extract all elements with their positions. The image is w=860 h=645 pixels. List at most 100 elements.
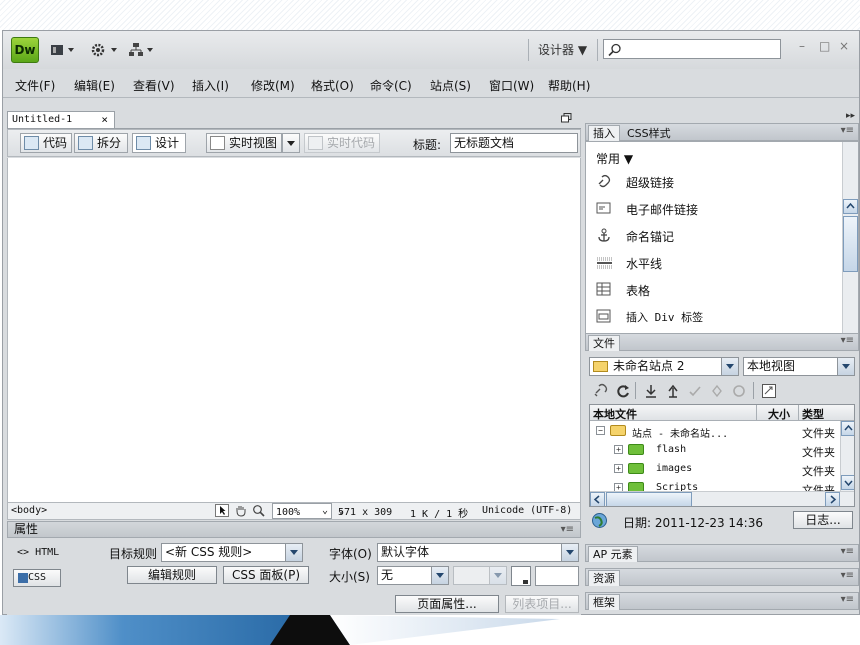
check-out-icon[interactable] (687, 383, 703, 399)
column-type[interactable]: 类型 (802, 406, 824, 422)
size-select[interactable]: 无 (377, 566, 449, 585)
panel-menu-icon[interactable]: ▾≡ (841, 570, 854, 581)
size-unit-select[interactable] (453, 566, 507, 585)
page-properties-button[interactable]: 页面属性... (395, 595, 499, 613)
site-icon[interactable] (129, 43, 159, 59)
layout-icon[interactable] (51, 43, 77, 59)
design-canvas[interactable] (7, 158, 581, 502)
font-select[interactable]: 默认字体 (377, 543, 579, 562)
ap-elements-panel-header[interactable]: AP 元素 ▾≡ (585, 544, 859, 562)
color-picker[interactable] (511, 566, 531, 586)
html-mode-button[interactable]: <> HTML (17, 547, 59, 558)
column-local-files[interactable]: 本地文件 (593, 406, 637, 422)
menu-insert[interactable]: 插入(I) (192, 77, 229, 94)
assets-panel-header[interactable]: 资源 ▾≡ (585, 568, 859, 586)
panel-menu-icon[interactable]: ▾≡ (561, 522, 574, 537)
tab-untitled-1[interactable]: Untitled-1 × (7, 111, 115, 129)
tab-insert[interactable]: 插入 (588, 125, 620, 141)
expand-icon[interactable] (761, 383, 777, 399)
insert-category-select[interactable]: 常用 ▼ (596, 150, 633, 167)
edit-rule-button[interactable]: 编辑规则 (127, 566, 217, 584)
collapse-icon[interactable]: ▸▸ (846, 111, 855, 121)
panel-menu-icon[interactable]: ▾≡ (841, 546, 854, 557)
log-button[interactable]: 日志... (793, 511, 853, 529)
menu-help[interactable]: 帮助(H) (548, 77, 590, 94)
menu-file[interactable]: 文件(F) (15, 77, 55, 94)
files-vscroll[interactable] (840, 421, 854, 491)
menu-edit[interactable]: 编辑(E) (74, 77, 115, 94)
minimize-button[interactable]: – (799, 39, 805, 53)
site-select[interactable]: 未命名站点 2 (589, 357, 739, 376)
scroll-thumb[interactable] (843, 216, 858, 272)
search-icon (608, 43, 621, 57)
menu-commands[interactable]: 命令(C) (370, 77, 412, 94)
view-select[interactable]: 本地视图 (743, 357, 855, 376)
zoom-select[interactable]: 100% ⌄ (272, 503, 332, 519)
pointer-icon[interactable] (215, 504, 229, 520)
tab-frames[interactable]: 框架 (588, 594, 620, 610)
scroll-left-button[interactable] (590, 492, 605, 506)
refresh-icon[interactable] (615, 383, 631, 399)
code-view-button[interactable]: 代码 (20, 133, 72, 153)
tab-files[interactable]: 文件 (588, 335, 620, 351)
expand-toggle-icon[interactable]: + (614, 445, 623, 454)
window-size[interactable]: 571 x 309 ⌄ (338, 505, 392, 518)
check-in-icon[interactable] (709, 383, 725, 399)
gear-icon[interactable] (91, 43, 123, 59)
file-row[interactable]: + images 文件夹 (590, 460, 840, 478)
list-item-button[interactable]: 列表项目... (505, 595, 579, 613)
menu-site[interactable]: 站点(S) (430, 77, 471, 94)
collapse-toggle-icon[interactable]: − (596, 426, 605, 435)
menu-view[interactable]: 查看(V) (133, 77, 175, 94)
put-files-icon[interactable] (665, 383, 681, 399)
hand-icon[interactable] (234, 504, 248, 520)
file-row[interactable]: − 站点 - 未命名站... 文件夹 (590, 422, 840, 440)
column-size[interactable]: 大小 (768, 406, 790, 422)
dw-logo: Dw (11, 37, 39, 63)
workspace-switcher[interactable]: 设计器 ▼ (538, 41, 592, 59)
title-input[interactable]: 无标题文档 (450, 133, 578, 153)
get-files-icon[interactable] (643, 383, 659, 399)
design-view-button[interactable]: 设计 (132, 133, 186, 153)
target-rule-select[interactable]: <新 CSS 规则> (161, 543, 303, 562)
scroll-down-button[interactable] (841, 475, 854, 490)
close-button[interactable]: × (839, 39, 849, 53)
zoom-icon[interactable] (252, 504, 266, 520)
properties-header[interactable]: 属性 ▾≡ (7, 521, 581, 538)
menu-modify[interactable]: 修改(M) (251, 77, 295, 94)
files-hscroll[interactable] (590, 491, 854, 506)
scroll-up-button[interactable] (843, 199, 858, 214)
expand-toggle-icon[interactable]: + (614, 464, 623, 473)
color-input[interactable] (535, 566, 579, 586)
panel-menu-icon[interactable]: ▾≡ (841, 335, 854, 346)
title-label: 标题: (413, 138, 442, 152)
scroll-right-button[interactable] (825, 492, 840, 506)
tab-assets[interactable]: 资源 (588, 570, 620, 586)
file-row[interactable]: + flash 文件夹 (590, 441, 840, 459)
live-code-button[interactable]: 实时代码 (304, 133, 380, 153)
div-icon (596, 309, 611, 323)
css-mode-button[interactable]: CSS (13, 569, 61, 587)
css-panel-button[interactable]: CSS 面板(P) (223, 566, 309, 584)
close-icon[interactable]: × (101, 112, 108, 128)
tab-ap-elements[interactable]: AP 元素 (588, 546, 638, 562)
scroll-thumb[interactable] (606, 492, 692, 506)
tag-selector[interactable]: <body> (11, 505, 47, 516)
menu-window[interactable]: 窗口(W) (489, 77, 534, 94)
live-view-dropdown[interactable] (282, 133, 300, 153)
menu-format[interactable]: 格式(O) (311, 77, 354, 94)
code-brackets-icon: <> (17, 547, 30, 558)
split-view-button[interactable]: 拆分 (74, 133, 128, 153)
maximize-button[interactable]: □ (819, 39, 830, 53)
scroll-up-button[interactable] (841, 421, 854, 436)
restore-icon[interactable] (561, 113, 572, 126)
search-input[interactable] (603, 39, 781, 59)
tab-css-styles[interactable]: CSS样式 (622, 125, 676, 141)
insert-scrollbar[interactable] (842, 142, 858, 360)
sync-icon[interactable] (731, 383, 747, 399)
panel-menu-icon[interactable]: ▾≡ (841, 594, 854, 605)
live-view-button[interactable]: 实时视图 (206, 133, 282, 153)
panel-menu-icon[interactable]: ▾≡ (841, 125, 854, 136)
frames-panel-header[interactable]: 框架 ▾≡ (585, 592, 859, 610)
connect-icon[interactable] (593, 383, 609, 399)
